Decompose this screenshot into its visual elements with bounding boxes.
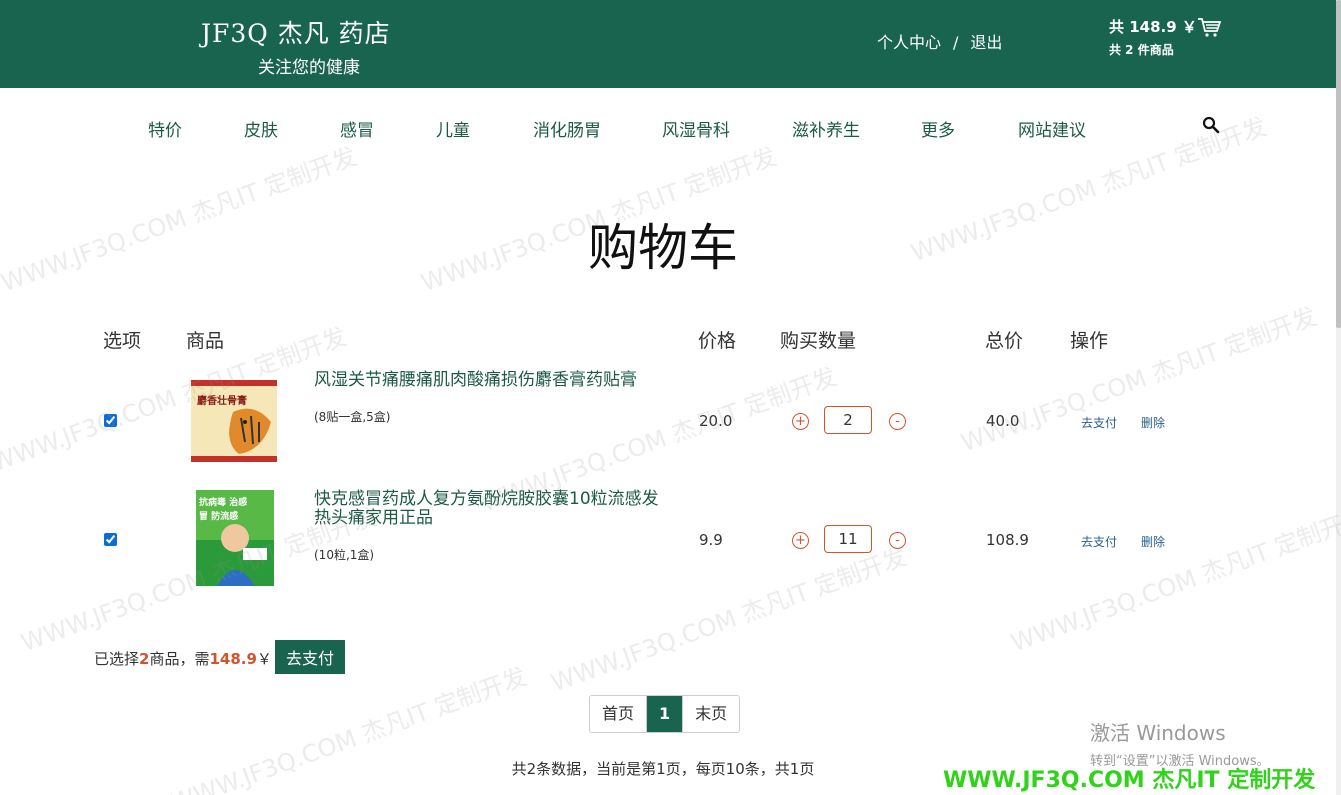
nav-item-special[interactable]: 特价 bbox=[148, 116, 182, 141]
checkout-button[interactable]: 去支付 bbox=[275, 640, 345, 674]
row-total: 40.0 bbox=[986, 412, 1020, 430]
cart-row: 麝香壮骨膏 风湿关节痛腰痛肌肉酸痛损伤麝香膏药贴膏 (8贴一盒,5盒) 20.0… bbox=[0, 362, 1336, 480]
col-header-actions: 操作 bbox=[1070, 330, 1109, 352]
summary-prefix: 已选择 bbox=[94, 650, 140, 668]
cart-count[interactable]: 共 2 件商品 bbox=[1109, 41, 1174, 58]
summary-amount: 148.9 bbox=[209, 650, 257, 668]
user-center-link[interactable]: 个人中心 bbox=[877, 29, 941, 53]
scrollbar-thumb[interactable] bbox=[1336, 0, 1341, 328]
nav-item-cold[interactable]: 感冒 bbox=[340, 116, 374, 141]
nav-item-rheumatism[interactable]: 风湿骨科 bbox=[662, 116, 730, 141]
product-price: 20.0 bbox=[699, 412, 733, 430]
search-icon[interactable] bbox=[1202, 116, 1220, 134]
product-name[interactable]: 快克感冒药成人复方氨酚烷胺胶囊10粒流感发热头痛家用正品 bbox=[314, 490, 674, 528]
pagination: 首页 1 末页 bbox=[589, 695, 741, 733]
product-image[interactable]: 抗病毒 治感冒 防流感 bbox=[185, 490, 283, 586]
activation-title: 激活 Windows bbox=[1090, 721, 1226, 745]
selection-summary: 已选择2商品，需148.9￥ bbox=[94, 648, 272, 669]
nav-item-children[interactable]: 儿童 bbox=[436, 116, 470, 141]
logout-link[interactable]: 退出 bbox=[970, 29, 1002, 53]
col-header-total: 总价 bbox=[985, 330, 1024, 352]
product-name[interactable]: 风湿关节痛腰痛肌肉酸痛损伤麝香膏药贴膏 bbox=[314, 371, 674, 390]
category-nav: 特价 皮肤 感冒 儿童 消化肠胃 风湿骨科 滋补养生 更多 网站建议 bbox=[0, 88, 1336, 168]
nav-item-nourish[interactable]: 滋补养生 bbox=[792, 116, 860, 141]
cart-total[interactable]: 共 148.9 ￥ bbox=[1109, 16, 1197, 37]
col-header-product: 商品 bbox=[186, 330, 225, 352]
product-image-label: 麝香壮骨膏 bbox=[197, 396, 247, 407]
quantity-input[interactable] bbox=[824, 406, 872, 434]
nav-item-more[interactable]: 更多 bbox=[921, 116, 955, 141]
quantity-decrease-button[interactable]: - bbox=[889, 413, 906, 430]
quantity-increase-button[interactable]: + bbox=[792, 413, 809, 430]
product-price: 9.9 bbox=[699, 531, 723, 549]
quantity-increase-button[interactable]: + bbox=[792, 532, 809, 549]
site-header: JF3Q 杰凡 药店 关注您的健康 个人中心 / 退出 共 148.9 ￥ 共 2 … bbox=[0, 0, 1336, 88]
summary-suffix: ￥ bbox=[256, 650, 272, 668]
product-image-label: 抗病毒 治感冒 防流感 bbox=[199, 498, 248, 522]
cart-icon[interactable] bbox=[1197, 16, 1221, 38]
row-select-checkbox[interactable] bbox=[104, 414, 117, 427]
quantity-decrease-button[interactable]: - bbox=[889, 532, 906, 549]
brand-logo[interactable]: JF3Q 杰凡 药店 bbox=[201, 14, 391, 50]
page-title: 购物车 bbox=[588, 219, 738, 277]
row-pay-link[interactable]: 去支付 bbox=[1081, 414, 1117, 431]
link-separator: / bbox=[953, 33, 959, 52]
nav-item-suggestion[interactable]: 网站建议 bbox=[1018, 116, 1086, 141]
row-pay-link[interactable]: 去支付 bbox=[1081, 533, 1117, 550]
product-spec: (8贴一盒,5盒) bbox=[314, 410, 391, 424]
user-links: 个人中心 / 退出 bbox=[877, 29, 1002, 53]
row-delete-link[interactable]: 删除 bbox=[1141, 414, 1165, 431]
brand-slogan: 关注您的健康 bbox=[258, 58, 360, 78]
pager-first[interactable]: 首页 bbox=[590, 696, 647, 732]
product-spec: (10粒,1盒) bbox=[314, 548, 375, 562]
row-delete-link[interactable]: 删除 bbox=[1141, 533, 1165, 550]
nav-item-skin[interactable]: 皮肤 bbox=[244, 116, 278, 141]
quantity-input[interactable] bbox=[824, 525, 872, 553]
corner-watermark: WWW.JF3Q.COM 杰凡IT 定制开发 bbox=[943, 768, 1316, 793]
page-scrollbar[interactable] bbox=[1336, 0, 1341, 795]
pager-current[interactable]: 1 bbox=[646, 696, 684, 732]
cart-row: 抗病毒 治感冒 防流感 快克感冒药成人复方氨酚烷胺胶囊10粒流感发热头痛家用正品… bbox=[0, 482, 1336, 600]
product-image[interactable]: 麝香壮骨膏 bbox=[185, 372, 283, 468]
row-select-checkbox[interactable] bbox=[104, 533, 117, 546]
col-header-price: 价格 bbox=[698, 330, 737, 352]
summary-middle: 商品，需 bbox=[149, 650, 210, 668]
pager-last[interactable]: 末页 bbox=[683, 696, 740, 732]
col-header-select: 选项 bbox=[103, 330, 142, 352]
nav-item-digestion[interactable]: 消化肠胃 bbox=[533, 116, 601, 141]
row-total: 108.9 bbox=[986, 531, 1029, 549]
col-header-quantity: 购买数量 bbox=[780, 330, 857, 352]
summary-count: 2 bbox=[139, 650, 150, 668]
